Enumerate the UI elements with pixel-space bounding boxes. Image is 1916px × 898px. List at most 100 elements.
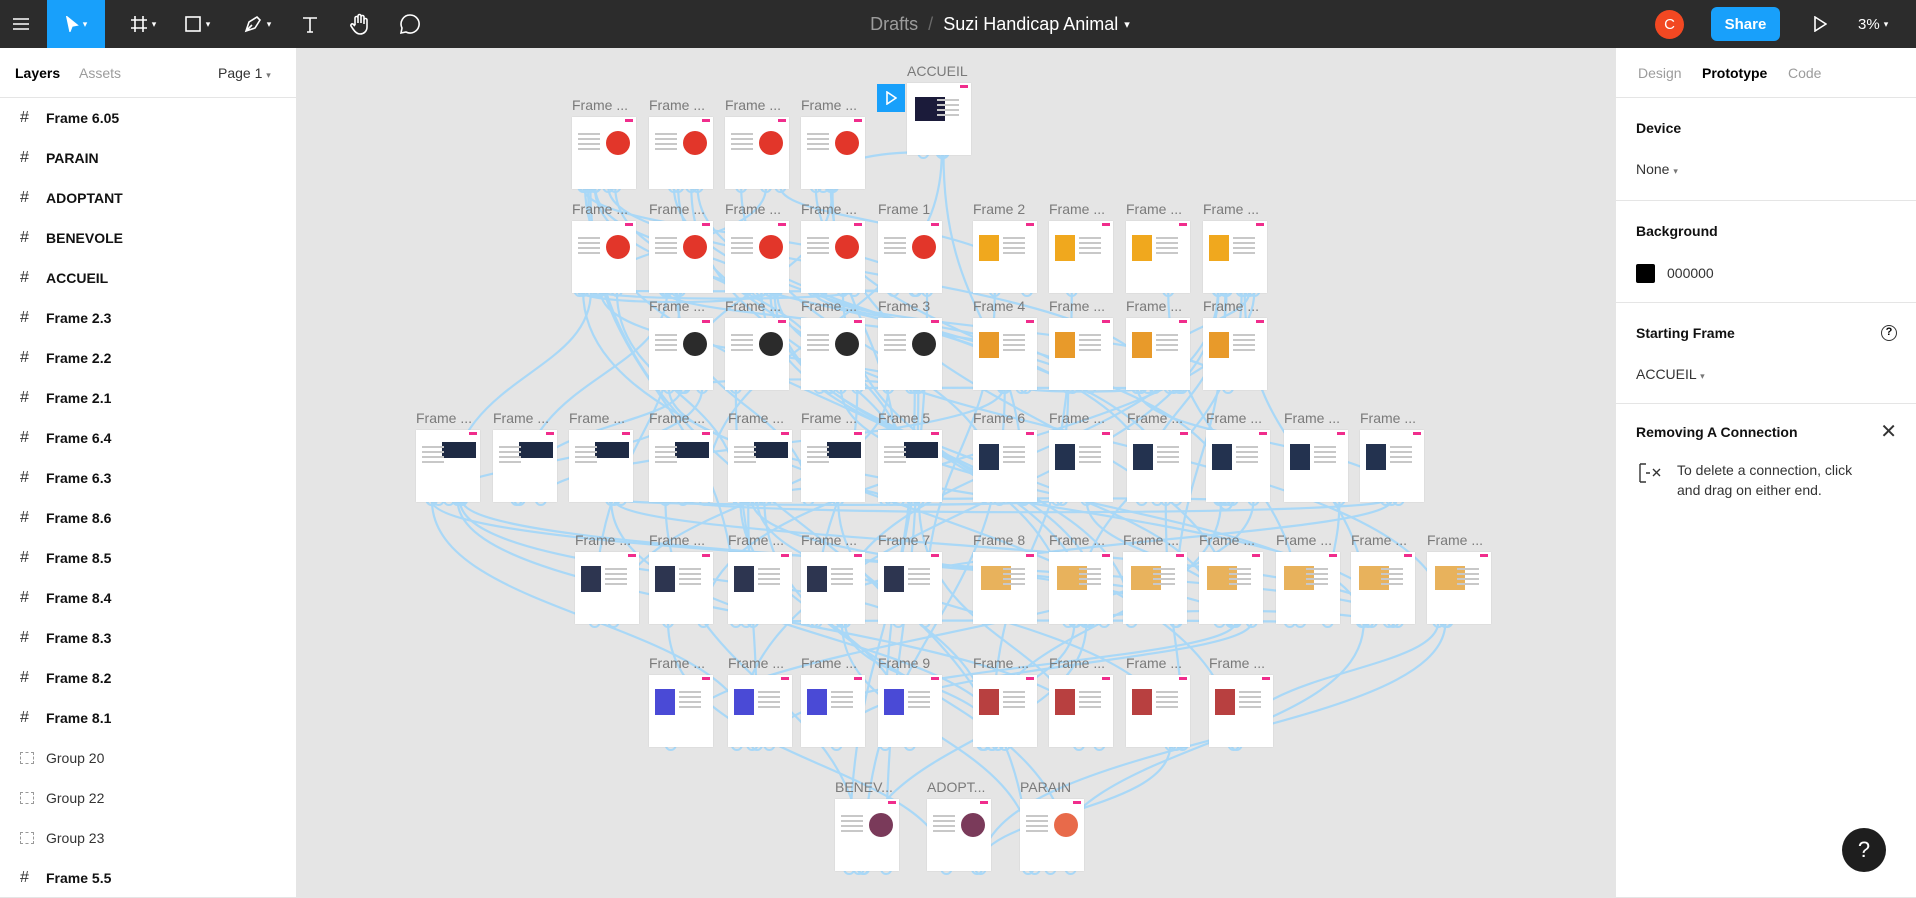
prototype-frame[interactable]: [878, 430, 942, 502]
frame-label[interactable]: Frame ...: [1199, 532, 1255, 548]
page-selector[interactable]: Page 1 ▾: [218, 65, 271, 81]
layer-item[interactable]: #Frame 6.4: [0, 418, 296, 458]
share-button[interactable]: Share: [1711, 7, 1780, 41]
prototype-frame[interactable]: [649, 430, 713, 502]
layer-item[interactable]: #Frame 5.5: [0, 858, 296, 898]
prototype-frame[interactable]: [927, 799, 991, 871]
frame-label[interactable]: Frame ...: [801, 201, 857, 217]
prototype-frame[interactable]: [878, 552, 942, 624]
main-menu-button[interactable]: [0, 0, 42, 48]
frame-label[interactable]: Frame ...: [493, 410, 549, 426]
pen-tool-button[interactable]: ▾: [236, 0, 278, 48]
frame-label[interactable]: Frame ...: [728, 410, 784, 426]
frame-label[interactable]: Frame ...: [728, 655, 784, 671]
comment-tool-button[interactable]: [390, 0, 430, 48]
layer-item[interactable]: Group 23: [0, 818, 296, 858]
tab-assets[interactable]: Assets: [79, 65, 121, 81]
prototype-frame[interactable]: [1209, 675, 1273, 747]
prototype-frame[interactable]: [572, 117, 636, 189]
prototype-frame[interactable]: [1351, 552, 1415, 624]
layer-item[interactable]: Group 22: [0, 778, 296, 818]
frame-label[interactable]: Frame ...: [572, 97, 628, 113]
frame-label[interactable]: Frame ...: [1427, 532, 1483, 548]
frame-label[interactable]: Frame ...: [649, 298, 705, 314]
help-icon[interactable]: ?: [1881, 325, 1897, 341]
layer-item[interactable]: Group 20: [0, 738, 296, 778]
prototype-frame[interactable]: [1049, 221, 1113, 293]
tab-prototype[interactable]: Prototype: [1702, 65, 1767, 81]
prototype-frame[interactable]: [1126, 318, 1190, 390]
frame-label[interactable]: Frame ...: [1123, 532, 1179, 548]
prototype-frame[interactable]: [973, 552, 1037, 624]
prototype-frame[interactable]: [1284, 430, 1348, 502]
starting-frame-play-icon[interactable]: [877, 84, 905, 112]
canvas[interactable]: Frame ...Frame ...Frame ...Frame ...ACCU…: [298, 48, 1615, 897]
prototype-frame[interactable]: [801, 221, 865, 293]
layer-item[interactable]: #ACCUEIL: [0, 258, 296, 298]
frame-label[interactable]: Frame ...: [1203, 201, 1259, 217]
prototype-frame[interactable]: [649, 221, 713, 293]
prototype-frame[interactable]: [878, 221, 942, 293]
frame-label[interactable]: Frame ...: [649, 655, 705, 671]
prototype-frame[interactable]: [973, 221, 1037, 293]
prototype-frame[interactable]: [1049, 552, 1113, 624]
help-button[interactable]: ?: [1842, 828, 1886, 872]
frame-label[interactable]: Frame 6: [973, 410, 1025, 426]
prototype-frame[interactable]: [649, 117, 713, 189]
prototype-frame[interactable]: [878, 675, 942, 747]
frame-label[interactable]: ADOPT...: [927, 779, 985, 795]
frame-label[interactable]: PARAIN: [1020, 779, 1071, 795]
prototype-frame[interactable]: [649, 675, 713, 747]
frame-label[interactable]: Frame 3: [878, 298, 930, 314]
frame-label[interactable]: Frame ...: [1126, 201, 1182, 217]
prototype-frame[interactable]: [1203, 221, 1267, 293]
prototype-frame[interactable]: [725, 318, 789, 390]
prototype-frame[interactable]: [801, 675, 865, 747]
layer-item[interactable]: #Frame 8.4: [0, 578, 296, 618]
frame-label[interactable]: Frame ...: [1360, 410, 1416, 426]
prototype-frame[interactable]: [878, 318, 942, 390]
prototype-frame[interactable]: [1203, 318, 1267, 390]
prototype-frame[interactable]: [493, 430, 557, 502]
layer-item[interactable]: #Frame 2.1: [0, 378, 296, 418]
prototype-frame[interactable]: [725, 221, 789, 293]
move-tool-button[interactable]: ▾: [47, 0, 105, 48]
frame-label[interactable]: BENEV...: [835, 779, 893, 795]
layer-item[interactable]: #PARAIN: [0, 138, 296, 178]
zoom-dropdown[interactable]: 3% ▾: [1858, 0, 1888, 48]
prototype-frame[interactable]: [728, 675, 792, 747]
frame-label[interactable]: Frame ...: [1049, 201, 1105, 217]
frame-label[interactable]: Frame ...: [1209, 655, 1265, 671]
prototype-frame[interactable]: [649, 318, 713, 390]
layer-item[interactable]: #Frame 8.5: [0, 538, 296, 578]
layer-item[interactable]: #Frame 6.3: [0, 458, 296, 498]
frame-label[interactable]: Frame ...: [1127, 410, 1183, 426]
tab-layers[interactable]: Layers: [15, 65, 60, 81]
prototype-frame[interactable]: [416, 430, 480, 502]
layer-item[interactable]: #Frame 6.05: [0, 98, 296, 138]
prototype-frame[interactable]: [1049, 318, 1113, 390]
prototype-frame[interactable]: [1206, 430, 1270, 502]
frame-label[interactable]: Frame ...: [649, 97, 705, 113]
frame-label[interactable]: Frame ...: [649, 201, 705, 217]
frame-label[interactable]: Frame 2: [973, 201, 1025, 217]
present-button[interactable]: [1800, 0, 1840, 48]
frame-label[interactable]: Frame ...: [1203, 298, 1259, 314]
prototype-frame[interactable]: [572, 221, 636, 293]
tab-design[interactable]: Design: [1638, 65, 1682, 81]
frame-label[interactable]: Frame ...: [569, 410, 625, 426]
breadcrumb-drafts[interactable]: Drafts: [870, 14, 918, 35]
prototype-frame[interactable]: [973, 430, 1037, 502]
layer-item[interactable]: #BENEVOLE: [0, 218, 296, 258]
file-name[interactable]: Suzi Handicap Animal: [943, 14, 1118, 35]
close-icon[interactable]: ✕: [1880, 419, 1897, 444]
prototype-frame[interactable]: [728, 430, 792, 502]
prototype-frame[interactable]: [1123, 552, 1187, 624]
frame-label[interactable]: Frame 8: [973, 532, 1025, 548]
prototype-frame[interactable]: [1360, 430, 1424, 502]
frame-label[interactable]: Frame ...: [416, 410, 472, 426]
frame-label[interactable]: Frame ...: [1126, 655, 1182, 671]
frame-label[interactable]: Frame 9: [878, 655, 930, 671]
prototype-frame[interactable]: [1126, 221, 1190, 293]
prototype-frame[interactable]: [801, 552, 865, 624]
